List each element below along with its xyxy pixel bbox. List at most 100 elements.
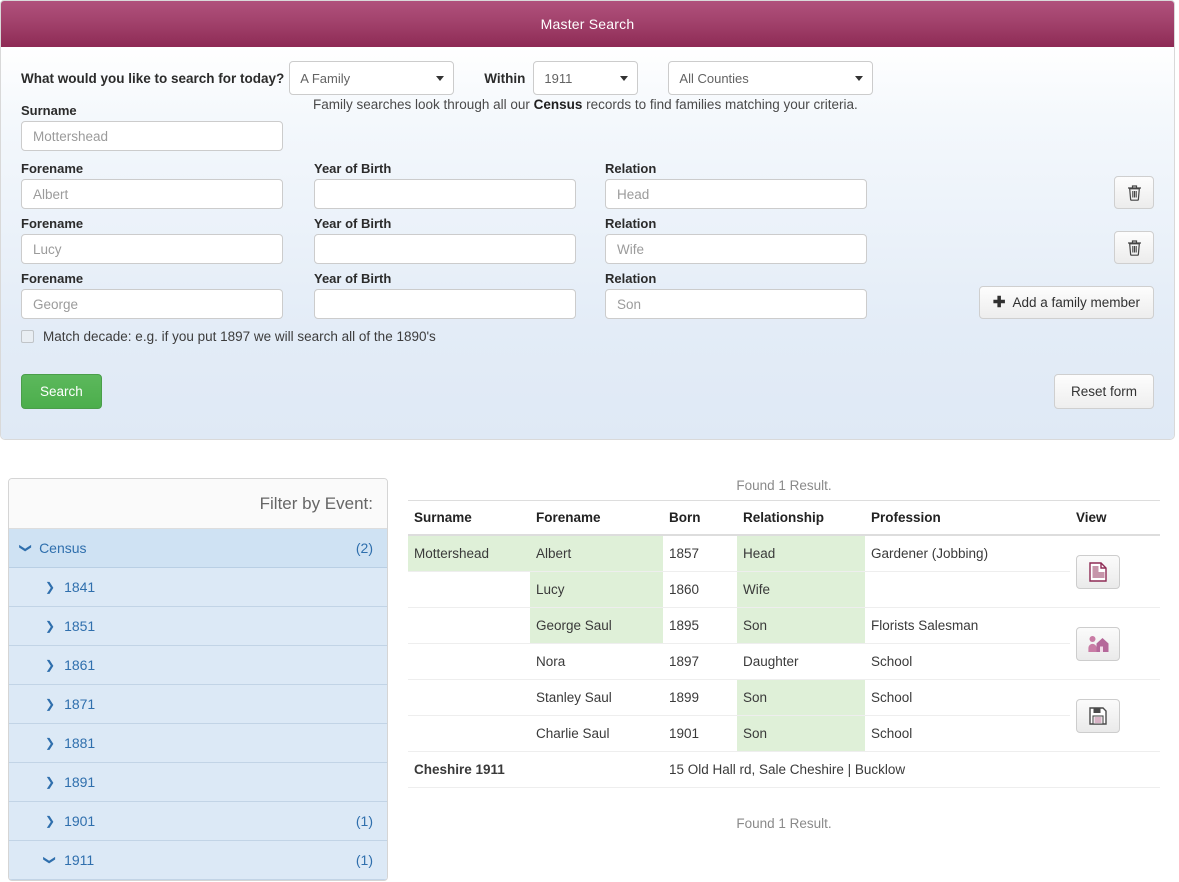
county-select[interactable]: All Counties [668, 61, 874, 95]
forename-input[interactable]: Lucy [21, 234, 283, 264]
forename-field-group: Forename Albert [21, 161, 283, 209]
row-action-cell [867, 176, 1154, 209]
cell-surname: Mottershead [408, 535, 530, 572]
chevron-right-icon: ❯ [45, 658, 56, 672]
surname-field-group: Surname Mottershead [21, 103, 283, 151]
cell-surname [408, 607, 530, 644]
sidebar-item-1871[interactable]: ❯ 1871 [9, 685, 387, 724]
cell-profession: Florists Salesman [865, 607, 1070, 644]
cell-forename: Stanley Saul [530, 679, 663, 716]
sidebar-item-label: 1881 [64, 735, 96, 751]
relation-input[interactable]: Wife [605, 234, 867, 264]
family-member-row: Forename George Year of Birth Relation S… [21, 271, 1154, 319]
sidebar-item-1851[interactable]: ❯ 1851 [9, 607, 387, 646]
surname-label: Surname [21, 103, 77, 118]
year-of-birth-label: Year of Birth [314, 271, 392, 286]
cell-surname [408, 715, 530, 752]
family-search-blurb: Family searches look through all our Cen… [313, 97, 858, 112]
forename-input[interactable]: George [21, 289, 283, 319]
relation-field-group: Relation Son [605, 271, 867, 319]
sidebar-item-1861[interactable]: ❯ 1861 [9, 646, 387, 685]
cell-relationship: Daughter [737, 643, 865, 680]
cell-relationship: Son [737, 715, 865, 752]
surname-input[interactable]: Mottershead [21, 121, 283, 151]
found-results-bottom: Found 1 Result. [736, 816, 832, 831]
search-form: What would you like to search for today?… [1, 47, 1174, 439]
cell-born: 1857 [663, 535, 737, 572]
table-row: Charlie Saul 1901 Son School [408, 715, 1160, 752]
panel-title: Master Search [1, 1, 1174, 47]
year-of-birth-input[interactable] [314, 234, 576, 264]
add-family-member-button[interactable]: ✚ Add a family member [978, 286, 1154, 319]
transcript-document-icon [1089, 561, 1107, 582]
sidebar-item-1911[interactable]: ❯ 1911 (1) [9, 841, 387, 880]
view-transcript-button[interactable] [1076, 554, 1120, 589]
sidebar-group-census[interactable]: ❯ Census (2) [9, 529, 387, 568]
add-family-member-label: Add a family member [1012, 295, 1140, 310]
sidebar-title: Filter by Event: [9, 479, 387, 529]
results-table: Surname Forename Born Relationship Profe… [408, 500, 1160, 788]
search-type-select[interactable]: A Family [289, 61, 455, 95]
year-of-birth-label: Year of Birth [314, 161, 392, 176]
save-record-button[interactable] [1076, 698, 1120, 733]
chevron-right-icon: ❯ [45, 580, 56, 594]
cell-view [1070, 679, 1160, 752]
filter-by-event-sidebar: Filter by Event: ❯ Census (2) ❯ 1841 ❯ 1… [8, 478, 388, 881]
chevron-right-icon: ❯ [45, 736, 56, 750]
sidebar-item-label: 1861 [64, 657, 96, 673]
view-household-button[interactable] [1076, 626, 1120, 661]
sidebar-item-label: 1871 [64, 696, 96, 712]
cell-profession: School [865, 643, 1070, 680]
table-row: Nora 1897 Daughter School [408, 643, 1160, 680]
year-select[interactable]: 1911 [533, 61, 639, 95]
cell-born: 1899 [663, 679, 737, 716]
address-text: 15 Old Hall rd, Sale Cheshire | Bucklow [663, 751, 1160, 788]
cell-born: 1901 [663, 715, 737, 752]
chevron-down-icon [436, 76, 445, 81]
cell-forename: Lucy [530, 571, 663, 608]
column-header-profession: Profession [865, 500, 1070, 536]
cell-born: 1895 [663, 607, 737, 644]
cell-surname [408, 571, 530, 608]
delete-member-button[interactable] [1114, 176, 1154, 209]
delete-member-button[interactable] [1114, 231, 1154, 264]
search-button[interactable]: Search [21, 374, 102, 409]
search-type-value: A Family [300, 70, 351, 86]
county-select-value: All Counties [679, 70, 749, 86]
found-results-top: Found 1 Result. [736, 478, 832, 493]
relation-input[interactable]: Head [605, 179, 867, 209]
sidebar-item-1841[interactable]: ❯ 1841 [9, 568, 387, 607]
table-row: Mottershead Albert 1857 Head Gardener (J… [408, 535, 1160, 608]
year-of-birth-input[interactable] [314, 289, 576, 319]
year-of-birth-input[interactable] [314, 179, 576, 209]
sidebar-item-label: 1841 [64, 579, 96, 595]
sidebar-item-1901[interactable]: ❯ 1901 (1) [9, 802, 387, 841]
cell-relationship: Son [737, 679, 865, 716]
sidebar-item-1881[interactable]: ❯ 1881 [9, 724, 387, 763]
forename-field-group: Forename Lucy [21, 216, 283, 264]
match-decade-checkbox[interactable] [21, 330, 34, 343]
forename-input[interactable]: Albert [21, 179, 283, 209]
reset-form-button[interactable]: Reset form [1053, 374, 1154, 409]
row-action-cell [867, 231, 1154, 264]
form-footer: Search Reset form [21, 374, 1154, 409]
household-person-house-icon [1088, 635, 1109, 652]
sidebar-item-count: (1) [355, 852, 373, 868]
relation-label: Relation [605, 271, 657, 286]
cell-born: 1860 [663, 571, 737, 608]
cell-forename: Nora [530, 643, 663, 680]
chevron-right-icon: ❯ [45, 619, 56, 633]
relation-input[interactable]: Son [605, 289, 867, 319]
results-panel: Found 1 Result. Surname Forename Born Re… [408, 478, 1160, 831]
chevron-right-icon: ❯ [45, 814, 56, 828]
match-decade-label: Match decade: e.g. if you put 1897 we wi… [43, 329, 436, 344]
table-header-row: Surname Forename Born Relationship Profe… [408, 500, 1160, 536]
plus-icon: ✚ [992, 294, 1006, 311]
chevron-down-icon [620, 76, 629, 81]
blurb-prefix: Family searches look through all our [313, 97, 534, 112]
sidebar-item-1891[interactable]: ❯ 1891 [9, 763, 387, 802]
cell-relationship: Head [737, 535, 865, 572]
sidebar-item-label: 1911 [64, 852, 95, 868]
relation-field-group: Relation Head [605, 161, 867, 209]
cell-profession: School [865, 679, 1070, 716]
